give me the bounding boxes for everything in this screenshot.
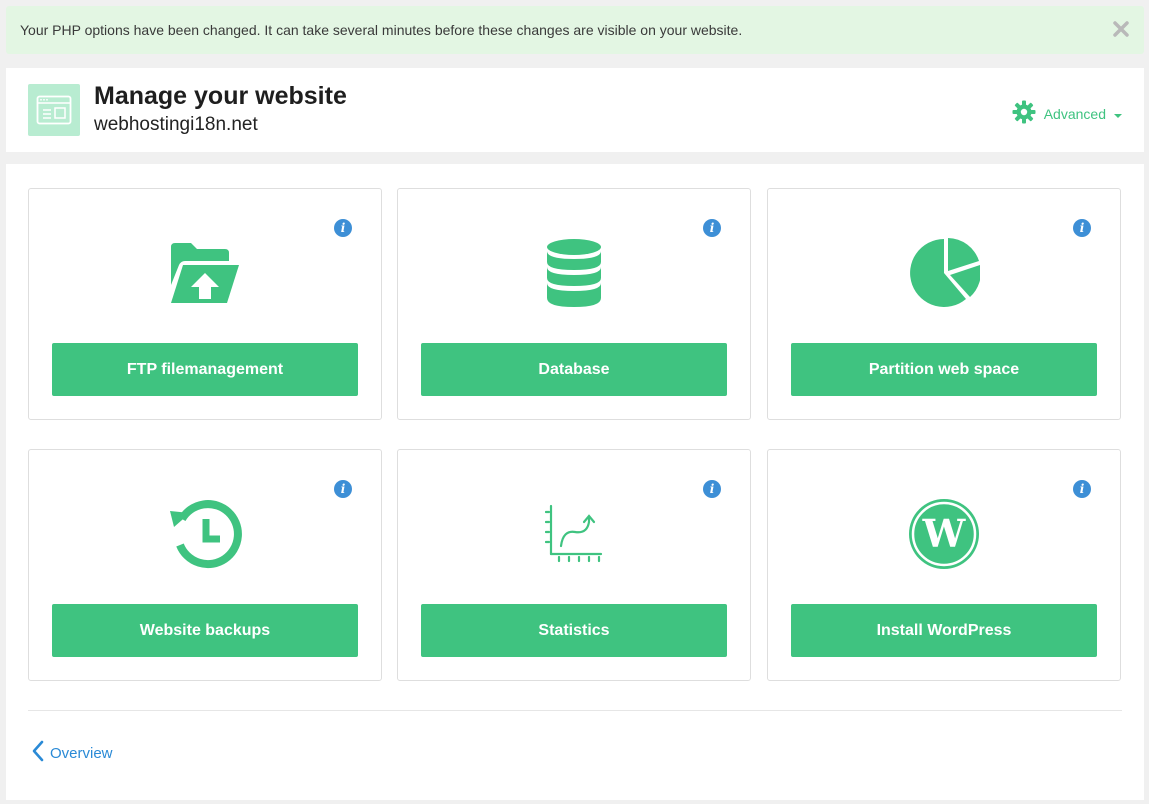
database-button[interactable]: Database bbox=[421, 343, 727, 396]
database-icon bbox=[534, 233, 614, 313]
card-statistics: i Statistics bbox=[397, 449, 751, 681]
card-website-backups: i Website backups bbox=[28, 449, 382, 681]
main-panel: i FTP filemanagement i Database i Partit… bbox=[6, 164, 1144, 800]
chevron-left-icon bbox=[32, 740, 44, 766]
domain-name: webhostingi18n.net bbox=[94, 114, 258, 135]
php-options-notice: Your PHP options have been changed. It c… bbox=[6, 6, 1144, 54]
notice-message: Your PHP options have been changed. It c… bbox=[20, 22, 743, 38]
info-icon[interactable]: i bbox=[703, 480, 721, 498]
info-icon[interactable]: i bbox=[334, 480, 352, 498]
folder-upload-icon bbox=[165, 233, 245, 313]
statistics-button[interactable]: Statistics bbox=[421, 604, 727, 657]
page-header: Manage your website webhostingi18n.net A… bbox=[6, 68, 1144, 152]
partition-web-space-button[interactable]: Partition web space bbox=[791, 343, 1097, 396]
install-wordpress-button[interactable]: Install WordPress bbox=[791, 604, 1097, 657]
pie-chart-icon bbox=[904, 233, 984, 313]
info-icon[interactable]: i bbox=[1073, 480, 1091, 498]
ftp-filemanagement-button[interactable]: FTP filemanagement bbox=[52, 343, 358, 396]
overview-link[interactable]: Overview bbox=[32, 740, 113, 766]
card-database: i Database bbox=[397, 188, 751, 420]
info-icon[interactable]: i bbox=[1073, 219, 1091, 237]
page-title: Manage your website bbox=[94, 82, 347, 110]
advanced-menu-button[interactable]: Advanced bbox=[1012, 100, 1122, 127]
overview-label: Overview bbox=[50, 744, 113, 762]
card-install-wordpress: i W Install WordPress bbox=[767, 449, 1121, 681]
website-backups-button[interactable]: Website backups bbox=[52, 604, 358, 657]
website-icon bbox=[28, 84, 80, 136]
info-icon[interactable]: i bbox=[334, 219, 352, 237]
info-icon[interactable]: i bbox=[703, 219, 721, 237]
line-chart-icon bbox=[534, 494, 614, 574]
advanced-label: Advanced bbox=[1043, 105, 1106, 122]
wordpress-icon: W bbox=[904, 494, 984, 574]
close-icon[interactable] bbox=[1112, 20, 1130, 38]
caret-down-icon bbox=[1114, 106, 1122, 122]
card-partition-web-space: i Partition web space bbox=[767, 188, 1121, 420]
divider bbox=[28, 710, 1122, 711]
history-clock-icon bbox=[165, 494, 245, 574]
svg-text:W: W bbox=[922, 511, 967, 556]
gear-icon bbox=[1012, 100, 1036, 127]
card-ftp-filemanagement: i FTP filemanagement bbox=[28, 188, 382, 420]
